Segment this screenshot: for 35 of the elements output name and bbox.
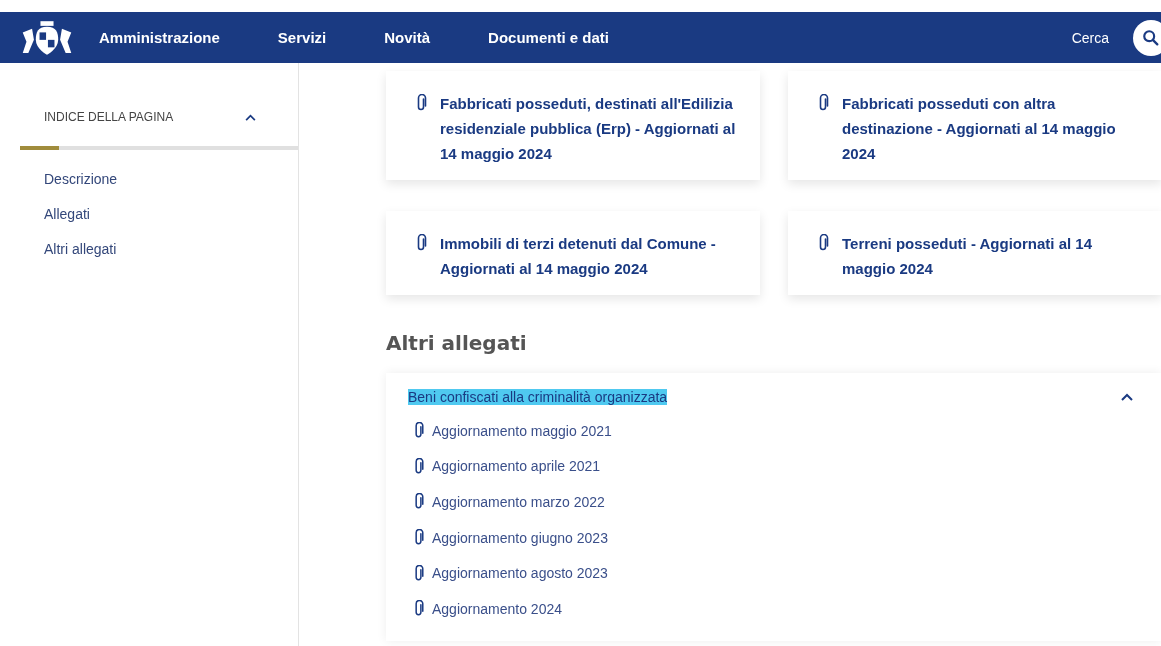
attachment-link[interactable]: Fabbricati posseduti, destinati all'Edilizia residenziale pubblica (Erp) - Aggiornati al 14 maggio 2024 bbox=[440, 91, 740, 166]
section-heading: Altri allegati bbox=[386, 331, 528, 355]
paperclip-icon bbox=[818, 94, 829, 112]
nav-link[interactable]: Servizi bbox=[277, 29, 327, 46]
paperclip-icon bbox=[414, 600, 424, 618]
nav-link[interactable]: Novità bbox=[384, 29, 431, 46]
chevron-icon[interactable] bbox=[1121, 393, 1133, 401]
paperclip-icon bbox=[416, 234, 427, 252]
index-link[interactable]: Allegati bbox=[44, 203, 298, 225]
search-label[interactable]: Cerca bbox=[1071, 29, 1109, 46]
index-link[interactable]: Descrizione bbox=[44, 168, 298, 190]
file-link[interactable]: Aggiornamento agosto 2023 bbox=[432, 565, 608, 582]
nav-link[interactable]: Documenti e dati bbox=[488, 29, 609, 46]
file-link[interactable]: Aggiornamento maggio 2021 bbox=[432, 422, 612, 439]
paperclip-icon bbox=[414, 529, 424, 547]
paperclip-icon bbox=[818, 234, 829, 252]
search-button[interactable] bbox=[1133, 19, 1161, 56]
search-icon bbox=[1142, 28, 1160, 47]
page-index-title: INDICE DELLA PAGINA bbox=[44, 110, 174, 124]
nav-link[interactable]: Amministrazione bbox=[99, 29, 220, 46]
attachment-link[interactable]: Fabbricati posseduti con altra destinazione - Aggiornati al 14 maggio 2024 bbox=[842, 91, 1142, 166]
file-link[interactable]: Aggiornamento marzo 2022 bbox=[432, 494, 605, 510]
paperclip-icon bbox=[414, 493, 424, 511]
accordion-title[interactable]: Beni confiscati alla criminalità organizzata bbox=[408, 389, 668, 405]
file-link[interactable]: Aggiornamento aprile 2021 bbox=[432, 458, 601, 475]
attachment-link[interactable]: Immobili di terzi detenuti dal Comune - Aggiornati al 14 maggio 2024 bbox=[440, 231, 740, 281]
attachment-link[interactable]: Terreni posseduti - Aggiornati al 14 maggio 2024 bbox=[842, 231, 1142, 281]
file-link[interactable]: Aggiornamento 2024 bbox=[432, 600, 562, 617]
paperclip-icon bbox=[414, 457, 424, 475]
paperclip-icon bbox=[416, 94, 427, 112]
file-link[interactable]: Aggiornamento giugno 2023 bbox=[432, 529, 608, 546]
index-link[interactable]: Altri allegati bbox=[44, 238, 298, 260]
chevron-icon[interactable] bbox=[245, 113, 256, 121]
paperclip-icon bbox=[414, 422, 424, 440]
paperclip-icon bbox=[414, 564, 424, 582]
